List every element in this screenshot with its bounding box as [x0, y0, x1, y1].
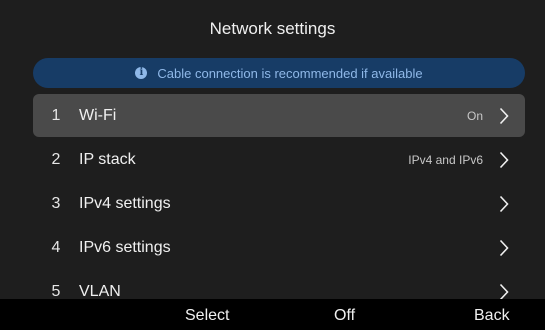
- chevron-right-icon: [499, 182, 525, 225]
- info-banner: i Cable connection is recommended if ava…: [33, 58, 525, 88]
- page-title: Network settings: [209, 19, 336, 38]
- chevron-right-icon: [499, 94, 525, 137]
- settings-list: 1 Wi-Fi On 2 IP stack IPv4 and IPv6 3 IP…: [33, 94, 525, 314]
- back-softkey[interactable]: Back: [474, 307, 510, 325]
- menu-item-value: On: [466, 108, 483, 123]
- off-softkey[interactable]: Off: [334, 307, 355, 325]
- menu-item-ipv4-settings[interactable]: 3 IPv4 settings: [33, 182, 525, 225]
- menu-item-ipv6-settings[interactable]: 4 IPv6 settings: [33, 226, 525, 269]
- menu-item-value: IPv4 and IPv6: [408, 152, 483, 167]
- menu-item-label: IPv6 settings: [79, 238, 171, 256]
- menu-item-label: IPv4 settings: [79, 194, 171, 212]
- info-banner-text: Cable connection is recommended if avail…: [157, 65, 423, 81]
- info-icon: i: [135, 67, 148, 79]
- menu-item-number: 3: [51, 194, 61, 212]
- menu-item-number: 1: [51, 106, 61, 124]
- screen: Network settings i Cable connection is r…: [0, 0, 545, 330]
- softkey-bar: Select Off Back: [0, 299, 545, 330]
- menu-item-number: 5: [51, 282, 61, 300]
- menu-item-label: IP stack: [79, 150, 136, 168]
- menu-item-wifi[interactable]: 1 Wi-Fi On: [33, 94, 525, 137]
- menu-item-label: Wi-Fi: [79, 106, 117, 124]
- menu-item-number: 2: [51, 150, 61, 168]
- chevron-right-icon: [499, 226, 525, 269]
- chevron-right-icon: [499, 138, 525, 181]
- menu-item-ip-stack[interactable]: 2 IP stack IPv4 and IPv6: [33, 138, 525, 181]
- menu-item-number: 4: [51, 238, 61, 256]
- menu-item-label: VLAN: [79, 282, 121, 300]
- select-softkey[interactable]: Select: [185, 307, 229, 325]
